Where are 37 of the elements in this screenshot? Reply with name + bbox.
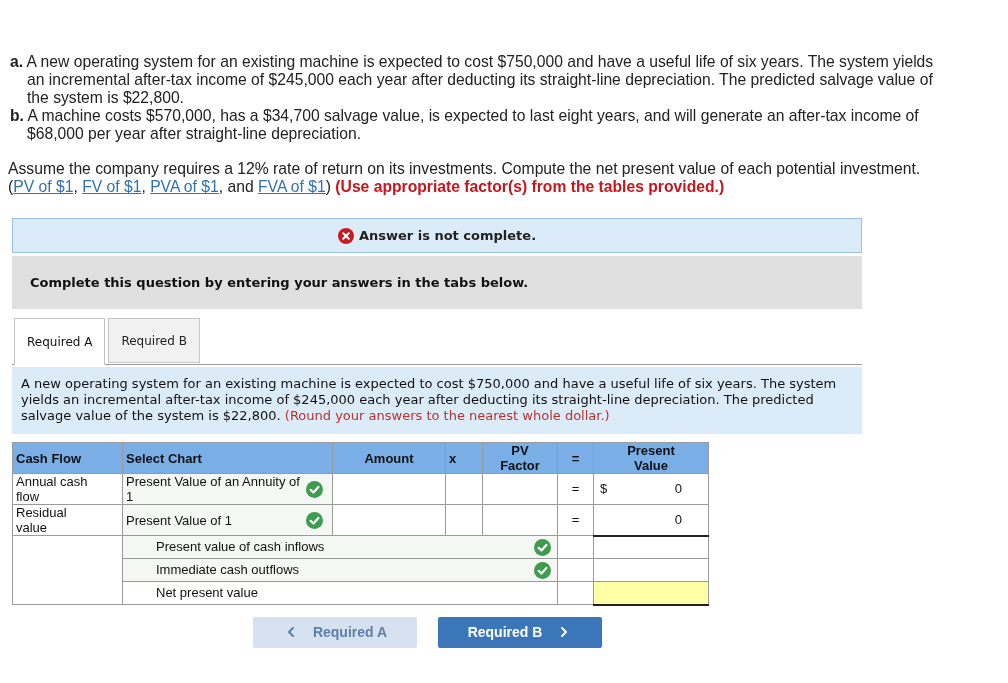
column-header: Cash Flow	[12, 442, 123, 474]
total-label: Immediate cash outflows	[156, 561, 300, 580]
instructions-text: Assume the company requires a 12% rate of return on its investments. Compute the net present value of each potential investment. (PV of $1, FV of $1, PVA of $1, and FVA of $1) (Use appropriate factor(s) from the tables provided.)	[8, 160, 922, 196]
present-value: 0	[674, 511, 683, 529]
column-header: Amount	[332, 442, 446, 474]
prompt-text: Complete this question by entering your answers in the tabs below.	[30, 273, 529, 292]
total-label: Present value of cash inflows	[156, 538, 325, 557]
total-label: Net present value	[156, 584, 258, 603]
table-link[interactable]: PVA of $1	[150, 178, 219, 195]
table-link[interactable]: FV of $1	[82, 178, 142, 195]
status-text: Answer is not complete.	[358, 226, 537, 245]
answer-field[interactable]	[593, 535, 709, 559]
table-cell: =	[557, 473, 594, 505]
table-cell: =	[557, 504, 594, 536]
input-field[interactable]	[332, 473, 446, 505]
input-field[interactable]	[482, 473, 558, 505]
tab[interactable]: Required B	[108, 318, 200, 363]
answer-field[interactable]	[593, 581, 709, 605]
table-cell: Residual value	[12, 504, 123, 536]
table-link[interactable]: PV of $1	[13, 178, 74, 195]
column-header: =	[557, 442, 594, 474]
table-link[interactable]: FVA of $1	[258, 178, 326, 195]
column-header: PV Factor	[482, 442, 558, 474]
nav-button[interactable]: Required B	[438, 616, 602, 648]
input-field[interactable]	[332, 504, 446, 536]
currency-symbol: $	[600, 480, 608, 499]
tab[interactable]: Required A	[14, 318, 106, 365]
column-header: Select Chart	[122, 442, 333, 474]
input-field[interactable]	[482, 504, 558, 536]
answer-field[interactable]	[593, 558, 709, 582]
column-header: Present Value	[593, 442, 709, 474]
problem-item: b. A machine costs $570,000, has a $34,700 salvage value, is expected to last eight years, and will generate an after-tax income of $68,000 per year after straight-line depreciation.	[9, 107, 920, 143]
problem-item: a. A new operating system for an existing machine is expected to cost $750,000 and have a useful life of six years. The system yields an incremental after-tax income of $245,000 each year after deducting its straight-line depreciation. The predicted salvage value of the system is $22,800.	[9, 53, 935, 107]
present-value: 0	[674, 480, 683, 499]
column-header: x	[445, 442, 483, 474]
question-text: A new operating system for an existing machine is expected to cost $750,000 and have a useful life of six years. The system yields an incremental after-tax income of $245,000 each year after deducting its straight-line depreciation. The predicted salvage value of the system is $22,800. (Round your answers to the nearest whole dollar.)	[12, 367, 862, 434]
table-cell: Annual cash flow	[12, 473, 123, 505]
